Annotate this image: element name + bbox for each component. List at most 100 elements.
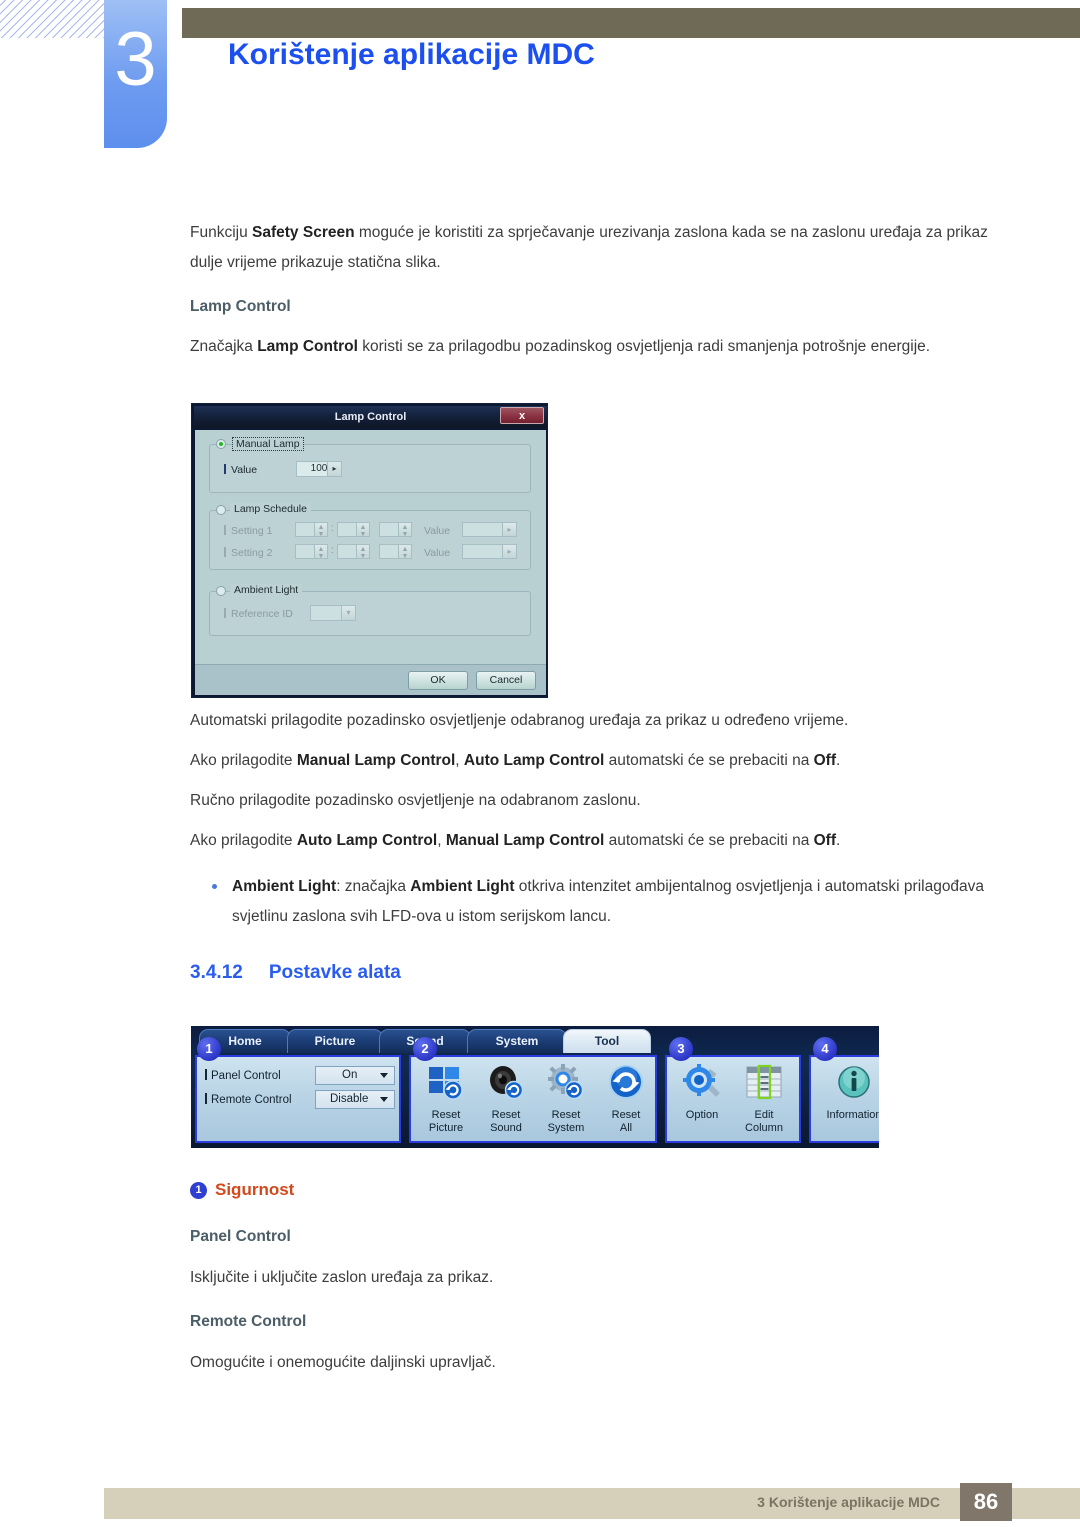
remote-control-dropdown[interactable]: Disable <box>315 1090 395 1109</box>
pa-post: automatski će se prebaciti na <box>604 832 814 849</box>
manual-lamp-group: Manual Lamp Value 100 ▸ <box>209 437 531 493</box>
reset-system-icon <box>546 1063 586 1103</box>
badge-2: 2 <box>413 1037 437 1061</box>
tick-mark-icon <box>224 525 226 535</box>
chevron-down-icon[interactable]: ▾ <box>341 606 355 620</box>
setting2-hour-input[interactable]: ▲ ▼ <box>295 544 328 560</box>
badge-1-inline: 1 <box>190 1182 207 1199</box>
chevron-down-icon[interactable] <box>380 1073 388 1078</box>
bl-mid: : značajka <box>336 878 411 895</box>
ok-button[interactable]: OK <box>408 671 468 690</box>
toolbar-panels: 1 Panel Control On Remote Control Disabl… <box>191 1037 879 1148</box>
mdc-tool-toolbar: Home Picture Sound System Tool 1 Panel C… <box>191 1026 879 1148</box>
setting2-value-label: Value <box>424 547 451 559</box>
spinner-icon[interactable]: ▲ ▼ <box>314 545 327 560</box>
badge-3: 3 <box>669 1037 693 1061</box>
tab-picture[interactable]: Picture <box>287 1029 383 1053</box>
setting1-value-input[interactable]: ▸ <box>462 522 517 537</box>
lamp-schedule-label: Lamp Schedule <box>230 503 311 515</box>
lamp-control-dialog: Lamp Control x Manual Lamp Value 100 ▸ L… <box>191 403 548 698</box>
spinner-icon[interactable]: ▲ ▼ <box>398 523 411 538</box>
lamp-control-paragraph: Značajka Lamp Control koristi se za pril… <box>190 332 990 362</box>
bullet-dot-icon <box>212 884 217 889</box>
ambient-light-group: Ambient Light Reference ID ▾ <box>209 584 531 636</box>
intro-paragraph: Funkciju Safety Screen moguće je koristi… <box>190 218 990 278</box>
bl-b2: Ambient Light <box>410 878 515 895</box>
tab-system[interactable]: System <box>467 1029 567 1053</box>
spinner-icon[interactable]: ▲ ▼ <box>356 545 369 560</box>
reset-sound-caption: Reset Sound <box>490 1109 522 1134</box>
toolbar-group-security: Panel Control On Remote Control Disable <box>195 1055 401 1143</box>
edit-column-icon <box>744 1063 784 1103</box>
option-gear-wrench-icon <box>682 1063 722 1103</box>
ambient-light-radio[interactable] <box>216 586 226 596</box>
chevron-down-icon[interactable] <box>380 1097 388 1102</box>
panel-control-dropdown[interactable]: On <box>315 1066 395 1085</box>
manual-value-label: Value <box>224 464 257 476</box>
ambient-light-bullet: Ambient Light: značajka Ambient Light ot… <box>190 872 990 932</box>
tick-mark-icon <box>205 1069 207 1080</box>
section-heading: 3.4.12 Postavke alata <box>190 962 401 984</box>
header-olive-bar <box>182 8 1080 38</box>
toolbar-group-reset: Reset Picture Reset Sound Reset System R… <box>409 1055 657 1143</box>
tick-mark-icon <box>224 464 226 474</box>
spinner-icon[interactable]: ▲ ▼ <box>356 523 369 538</box>
paragraph-manual-lamp: Ako prilagodite Manual Lamp Control, Aut… <box>190 746 990 776</box>
manual-lamp-radio[interactable] <box>216 439 226 449</box>
toolbar-group-option: Option Edit Column <box>665 1055 801 1143</box>
paragraph-auto-lamp: Ako prilagodite Auto Lamp Control, Manua… <box>190 826 990 856</box>
badge-4: 4 <box>813 1037 837 1061</box>
tick-mark-icon <box>224 547 226 557</box>
panel-control-description: Isključite i uključite zaslon uređaja za… <box>190 1269 494 1286</box>
manual-value-input[interactable]: 100 ▸ <box>296 461 342 477</box>
close-icon[interactable]: x <box>500 407 544 424</box>
cancel-button[interactable]: Cancel <box>476 671 536 690</box>
manual-lamp-label: Manual Lamp <box>232 437 304 451</box>
sigurnost-text: Sigurnost <box>215 1180 295 1199</box>
setting1-value-arrow-icon[interactable]: ▸ <box>502 523 516 536</box>
setting1-hour-input[interactable]: ▲ ▼ <box>295 522 328 538</box>
spinner-icon[interactable]: ▲ ▼ <box>314 523 327 538</box>
pm-b2: Auto Lamp Control <box>463 752 605 769</box>
section-title: Postavke alata <box>268 962 401 983</box>
lamp-schedule-radio[interactable] <box>216 505 226 515</box>
sigurnost-label: 1 Sigurnost <box>190 1180 294 1200</box>
hatch-decoration <box>0 0 104 38</box>
setting1-second-input[interactable]: ▲ ▼ <box>379 522 412 538</box>
lamp-schedule-group: Lamp Schedule Setting 1 ▲ ▼ : ▲ ▼ ▲ ▼ Value… <box>209 503 531 570</box>
reset-picture-icon <box>426 1063 466 1103</box>
setting2-minute-input[interactable]: ▲ ▼ <box>337 544 370 560</box>
bl-b1: Ambient Light <box>232 878 337 895</box>
section-number: 3.4.12 <box>190 962 243 983</box>
setting2-value-input[interactable]: ▸ <box>462 544 517 559</box>
reset-all-icon <box>606 1063 646 1103</box>
manual-value-arrow-icon[interactable]: ▸ <box>327 462 341 476</box>
panel-control-heading: Panel Control <box>190 1228 291 1245</box>
page-header: 3 Korištenje aplikacije MDC <box>0 0 1080 160</box>
tick-mark-icon <box>205 1093 207 1104</box>
pa-b3: Off <box>813 832 837 849</box>
setting1-label: Setting 1 <box>224 525 272 537</box>
pm-b3: Off <box>813 752 837 769</box>
remote-control-heading: Remote Control <box>190 1313 307 1330</box>
setting2-label: Setting 2 <box>224 547 272 559</box>
setting2-value-arrow-icon[interactable]: ▸ <box>502 545 516 558</box>
dialog-titlebar: Lamp Control x <box>194 406 547 428</box>
pa-b2: Manual Lamp Control <box>445 832 605 849</box>
intro-pre: Funkciju <box>190 224 253 241</box>
setting1-colon1: : <box>331 523 334 534</box>
lamp-post: koristi se za prilagodbu pozadinskog osv… <box>357 338 931 355</box>
lamp-pre: Značajka <box>190 338 258 355</box>
chapter-number: 3 <box>114 17 157 102</box>
remote-control-label: Remote Control <box>205 1093 292 1106</box>
pm-mid: , <box>455 752 464 769</box>
spinner-icon[interactable]: ▲ ▼ <box>398 545 411 560</box>
tab-tool[interactable]: Tool <box>563 1029 651 1053</box>
page-title: Korištenje aplikacije MDC <box>228 38 595 71</box>
chapter-tab: 3 <box>104 0 167 148</box>
setting2-second-input[interactable]: ▲ ▼ <box>379 544 412 560</box>
setting1-minute-input[interactable]: ▲ ▼ <box>337 522 370 538</box>
reference-id-dropdown[interactable]: ▾ <box>310 605 356 621</box>
reset-picture-caption: Reset Picture <box>428 1109 464 1134</box>
footer-text: 3 Korištenje aplikacije MDC <box>757 1494 940 1510</box>
